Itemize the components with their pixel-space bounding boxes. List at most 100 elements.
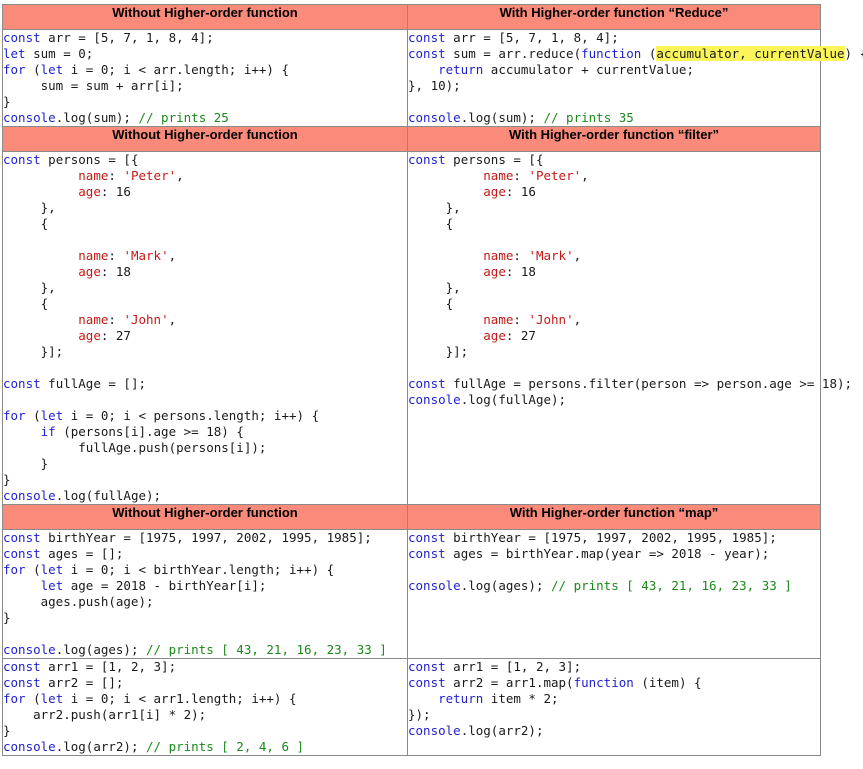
code-text: arr = [5, 7, 1, 8, 4];: [445, 30, 619, 45]
code-text: }];: [408, 344, 469, 359]
code-block: const arr = [5, 7, 1, 8, 4]; const sum = …: [408, 30, 863, 126]
keyword-token: console: [3, 488, 56, 503]
with-filter-code-cell: const persons = [{ name: 'Peter', age: 1…: [407, 151, 852, 505]
code-text: arr = [5, 7, 1, 8, 4];: [40, 30, 214, 45]
code-text: },: [408, 280, 461, 295]
code-line: {: [3, 296, 407, 312]
right-column-header: With Higher-order function “filter”: [407, 126, 821, 152]
code-text: fullAge = [];: [40, 376, 146, 391]
section-header-row: Without Higher-order function With Highe…: [2, 504, 821, 530]
without-hof-code-cell: const arr = [5, 7, 1, 8, 4]; let sum = 0;…: [2, 29, 408, 127]
code-text: ,: [176, 168, 184, 183]
code-text: ages.push(age);: [3, 594, 154, 609]
code-line: }: [3, 472, 407, 488]
code-line: return accumulator + currentValue;: [408, 62, 820, 78]
property-token: name: [78, 248, 109, 263]
code-text: {: [408, 216, 454, 231]
keyword-token: const: [408, 659, 446, 674]
code-line: const arr = [5, 7, 1, 8, 4];: [3, 30, 407, 46]
code-text: sum = arr.reduce(: [445, 46, 582, 61]
code-line: }: [3, 723, 407, 739]
code-line: });: [408, 707, 820, 723]
code-line: {: [3, 216, 407, 232]
code-line: const persons = [{: [3, 152, 407, 168]
comment-token: // prints 35: [543, 110, 634, 125]
keyword-token: let: [40, 578, 64, 593]
code-line: }, 10);: [408, 78, 820, 94]
string-token: 'John': [123, 312, 169, 327]
code-block: const persons = [{ name: 'Peter', age: 1…: [3, 152, 407, 504]
code-line: const arr1 = [1, 2, 3];: [3, 659, 407, 675]
code-line: name: 'John',: [3, 312, 407, 328]
code-line: let age = 2018 - birthYear[i];: [3, 578, 407, 594]
comparison-document: Without Higher-order function With Highe…: [0, 4, 863, 756]
keyword-token: if: [40, 424, 56, 439]
code-line: if (persons[i].age >= 18) {: [3, 424, 407, 440]
code-text: birthYear = [1975, 1997, 2002, 1995, 198…: [40, 530, 372, 545]
code-text: (: [25, 562, 41, 577]
with-map-function-code-cell: const arr1 = [1, 2, 3]; const arr2 = arr1…: [407, 658, 821, 756]
code-text: },: [3, 280, 56, 295]
keyword-token: const: [3, 376, 41, 391]
property-token: age: [483, 184, 506, 199]
code-line: console.log(fullAge);: [408, 392, 820, 408]
code-line: console.log(arr2);: [408, 723, 820, 739]
code-line: {: [408, 296, 820, 312]
code-text: birthYear = [1975, 1997, 2002, 1995, 198…: [445, 530, 777, 545]
code-row: const arr1 = [1, 2, 3]; const arr2 = []; f…: [2, 658, 821, 756]
keyword-token: let: [40, 408, 64, 423]
keyword-token: const: [3, 546, 41, 561]
code-text: :: [513, 168, 529, 183]
code-text: ) {: [844, 46, 863, 61]
code-line: {: [408, 216, 820, 232]
code-text: {: [3, 296, 49, 311]
property-token: age: [78, 328, 101, 343]
code-text: .log(ages);: [55, 642, 146, 657]
code-line: const ages = [];: [3, 546, 407, 562]
code-text: arr2 = arr1.map(: [445, 675, 574, 690]
comment-token: // prints [ 2, 4, 6 ]: [146, 739, 305, 754]
code-text: ages = birthYear.map(year => 2018 - year…: [445, 546, 770, 561]
keyword-token: console: [3, 642, 56, 657]
code-line: }];: [408, 344, 820, 360]
keyword-token: let: [40, 691, 64, 706]
code-line: name: 'John',: [408, 312, 820, 328]
code-line: name: 'Mark',: [3, 248, 407, 264]
property-token: name: [483, 312, 514, 327]
code-line: const ages = birthYear.map(year => 2018 …: [408, 546, 820, 562]
code-line: age: 27: [408, 328, 820, 344]
code-text: }];: [3, 344, 64, 359]
code-text: arr1 = [1, 2, 3];: [40, 659, 177, 674]
comment-token: // prints 25: [138, 110, 229, 125]
keyword-token: const: [408, 46, 446, 61]
code-text: accumulator + currentValue;: [483, 62, 694, 77]
keyword-token: console: [408, 110, 461, 125]
code-text: :: [513, 248, 529, 263]
keyword-token: const: [3, 30, 41, 45]
property-token: name: [78, 168, 109, 183]
code-line: for (let i = 0; i < arr.length; i++) {: [3, 62, 407, 78]
code-line: },: [3, 200, 407, 216]
code-block: const birthYear = [1975, 1997, 2002, 199…: [408, 530, 820, 594]
code-text: arr2.push(arr1[i] * 2);: [3, 707, 207, 722]
code-text: }: [3, 472, 11, 487]
code-line: age: 16: [3, 184, 407, 200]
code-block: const arr1 = [1, 2, 3]; const arr2 = []; f…: [3, 659, 407, 755]
code-text: arr2 = [];: [40, 675, 124, 690]
keyword-token: let: [3, 46, 26, 61]
code-text: }: [3, 723, 11, 738]
code-line: sum = sum + arr[i];: [3, 78, 407, 94]
code-line: },: [3, 280, 407, 296]
code-line: console.log(sum); // prints 25: [3, 110, 407, 126]
keyword-token: const: [408, 675, 446, 690]
code-line: const arr2 = arr1.map(function (item) {: [408, 675, 820, 691]
keyword-token: const: [408, 30, 446, 45]
